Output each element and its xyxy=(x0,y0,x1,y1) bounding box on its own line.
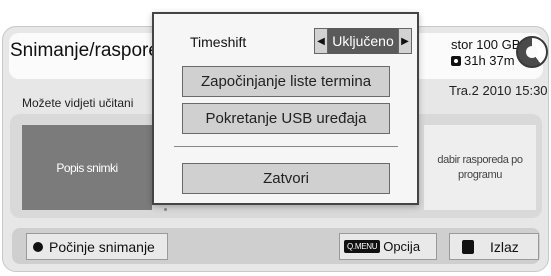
q-menu-icon: Q.MENU xyxy=(344,240,381,253)
start-recording-button[interactable]: Počinje snimanje xyxy=(26,233,168,260)
date-time: Tra.2 2010 15:30 xyxy=(449,83,548,98)
usb-device-button[interactable]: Pokretanje USB uređaja xyxy=(182,103,390,134)
timeshift-right-arrow-icon[interactable]: ▶ xyxy=(398,28,412,54)
storage-info: stor 100 GB 31h 37m xyxy=(451,37,520,69)
timeshift-selector[interactable]: ◀ Uključeno ▶ xyxy=(314,28,412,54)
options-button[interactable]: Q.MENU Opcija xyxy=(339,233,437,260)
schedule-list-button[interactable]: Započinjanje liste termina xyxy=(182,66,390,97)
options-popup: Timeshift ◀ Uključeno ▶ Započinjanje lis… xyxy=(152,12,419,205)
exit-icon xyxy=(462,239,474,254)
panel-title: Snimanje/raspore xyxy=(10,40,152,61)
timeshift-label: Timeshift xyxy=(190,34,247,50)
schedule-by-program-tile[interactable]: dabir rasporeda po programu xyxy=(424,125,536,210)
popup-divider xyxy=(174,146,398,147)
storage-capacity: stor 100 GB xyxy=(451,37,521,52)
record-time-icon xyxy=(451,56,461,66)
storage-remaining-time: 31h 37m xyxy=(464,53,515,68)
exit-button[interactable]: Izlaz xyxy=(449,233,539,260)
timeshift-value: Uključeno xyxy=(328,28,398,54)
info-message: Možete vidjeti učitani xyxy=(22,96,134,110)
recorded-list-tile[interactable]: Popis snimki xyxy=(22,125,152,210)
storage-remaining: 31h 37m xyxy=(451,53,520,69)
storage-usage-pie-icon xyxy=(516,36,548,68)
close-button[interactable]: Zatvori xyxy=(182,163,390,194)
page-indicator-dot xyxy=(164,208,167,211)
record-dot-icon xyxy=(33,241,43,252)
timeshift-left-arrow-icon[interactable]: ◀ xyxy=(314,28,328,54)
start-recording-label: Počinje snimanje xyxy=(49,238,155,255)
options-label: Opcija xyxy=(383,239,421,254)
exit-label: Izlaz xyxy=(490,238,519,255)
